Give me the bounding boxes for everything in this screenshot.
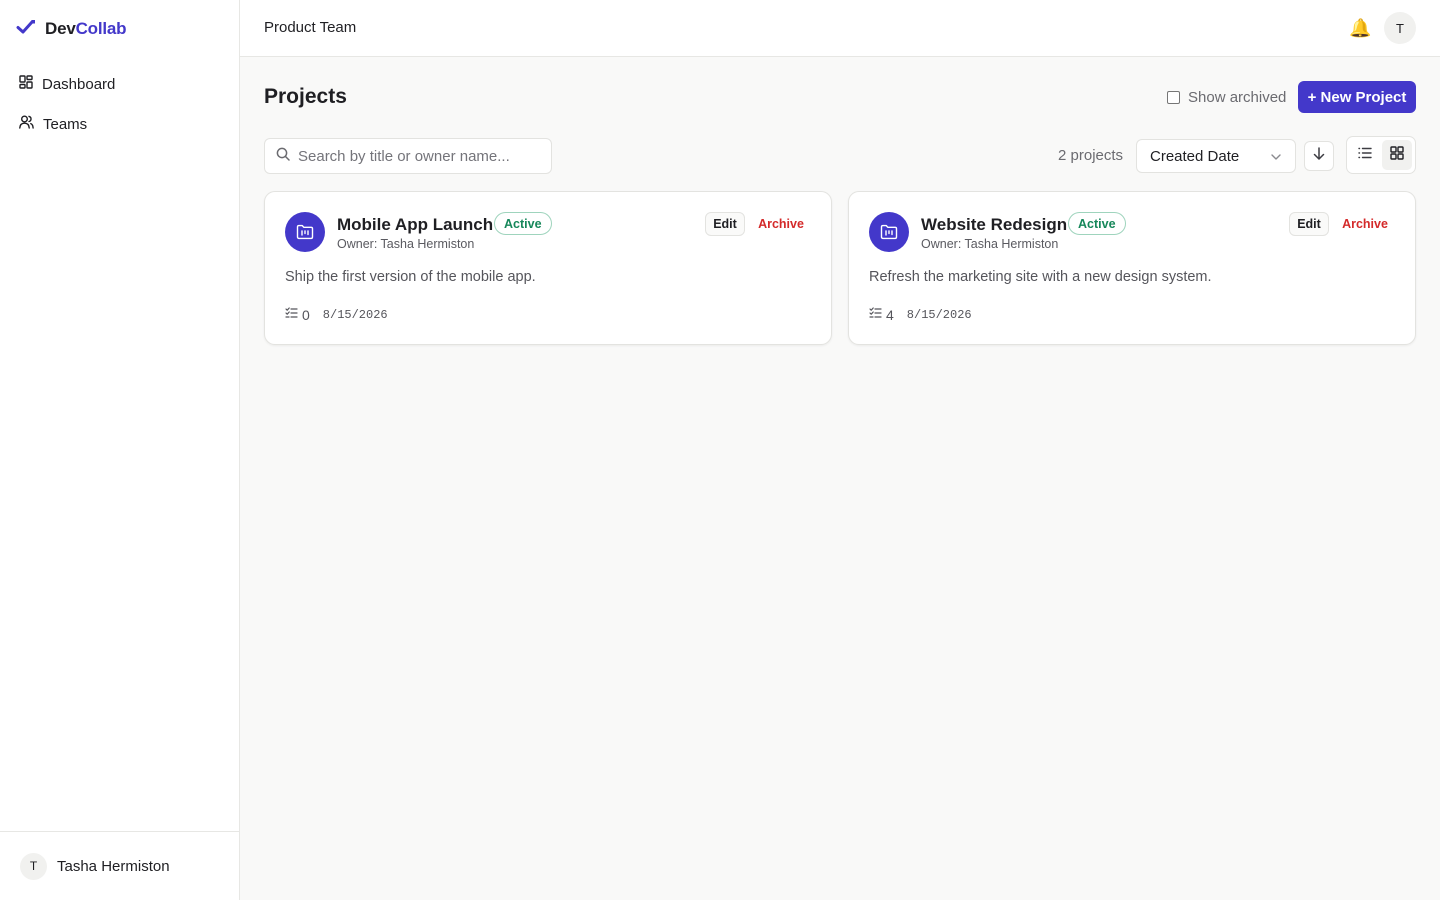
- folder-kanban-icon: [869, 212, 909, 252]
- avatar: T: [20, 852, 47, 880]
- view-toggle: [1346, 136, 1416, 174]
- app-name-part2: Collab: [75, 19, 127, 38]
- app-logo[interactable]: DevCollab: [16, 18, 127, 40]
- sidebar-item-label: Teams: [43, 115, 88, 133]
- show-archived-toggle[interactable]: Show archived: [1167, 87, 1286, 107]
- status-badge: Active: [1068, 212, 1126, 235]
- project-card[interactable]: Mobile App Launch Active Owner: Tasha He…: [264, 191, 832, 345]
- project-title[interactable]: Website Redesign: [921, 215, 1067, 235]
- chevron-down-icon: [1270, 148, 1282, 165]
- app-name-part1: Dev: [45, 19, 76, 38]
- project-description: Refresh the marketing site with a new de…: [869, 269, 1212, 285]
- project-meta: 0 8/15/2026: [285, 306, 388, 323]
- project-owner: Owner: Tasha Hermiston: [921, 237, 1059, 251]
- checkmark-logo-icon: [16, 19, 36, 40]
- page-title: Projects: [264, 85, 347, 108]
- task-count: 0: [302, 306, 310, 323]
- grid-view-button[interactable]: [1382, 140, 1412, 170]
- sidebar-item-label: Dashboard: [42, 75, 116, 93]
- sort-selected-value: Created Date: [1150, 147, 1240, 165]
- sidebar-item-dashboard[interactable]: Dashboard: [8, 67, 232, 101]
- checklist-icon: [285, 306, 298, 324]
- folder-kanban-icon: [285, 212, 325, 252]
- project-owner: Owner: Tasha Hermiston: [337, 237, 475, 251]
- grid-icon: [1390, 145, 1404, 165]
- search-box: [264, 138, 552, 174]
- arrow-down-icon: [1313, 147, 1325, 165]
- edit-button[interactable]: Edit: [1289, 212, 1329, 236]
- archive-button[interactable]: Archive: [755, 212, 807, 236]
- search-icon: [276, 147, 290, 166]
- search-input[interactable]: [298, 147, 538, 165]
- project-count: 2 projects: [1058, 147, 1124, 164]
- bell-icon[interactable]: 🔔: [1349, 17, 1371, 39]
- sidebar: DevCollab Dashboard Teams T Tasha Hermis…: [0, 0, 240, 900]
- new-project-button[interactable]: + New Project: [1298, 81, 1416, 113]
- top-bar: Product Team 🔔 T: [240, 0, 1440, 57]
- status-badge: Active: [494, 212, 552, 235]
- app-name: DevCollab: [45, 19, 127, 39]
- project-date: 8/15/2026: [322, 307, 388, 322]
- task-count: 4: [886, 306, 894, 323]
- sidebar-item-teams[interactable]: Teams: [8, 107, 232, 141]
- project-card[interactable]: Website Redesign Active Owner: Tasha Her…: [848, 191, 1416, 345]
- list-view-button[interactable]: [1350, 140, 1380, 170]
- team-name: Product Team: [264, 19, 357, 36]
- sort-select[interactable]: Created Date: [1136, 139, 1296, 173]
- list-icon: [1358, 146, 1372, 164]
- users-icon: [19, 115, 34, 133]
- show-archived-label: Show archived: [1188, 88, 1287, 106]
- project-meta: 4 8/15/2026: [869, 306, 972, 323]
- checklist-icon: [869, 306, 882, 324]
- project-description: Ship the first version of the mobile app…: [285, 269, 536, 285]
- user-avatar-button[interactable]: T: [1384, 12, 1416, 44]
- archive-button[interactable]: Archive: [1339, 212, 1391, 236]
- sort-direction-button[interactable]: [1304, 141, 1334, 171]
- dashboard-grid-icon: [19, 75, 33, 93]
- show-archived-checkbox[interactable]: [1167, 90, 1180, 104]
- project-title[interactable]: Mobile App Launch: [337, 215, 493, 235]
- current-user[interactable]: T Tasha Hermiston: [0, 831, 239, 900]
- user-name: Tasha Hermiston: [57, 857, 170, 875]
- edit-button[interactable]: Edit: [705, 212, 745, 236]
- project-date: 8/15/2026: [906, 307, 972, 322]
